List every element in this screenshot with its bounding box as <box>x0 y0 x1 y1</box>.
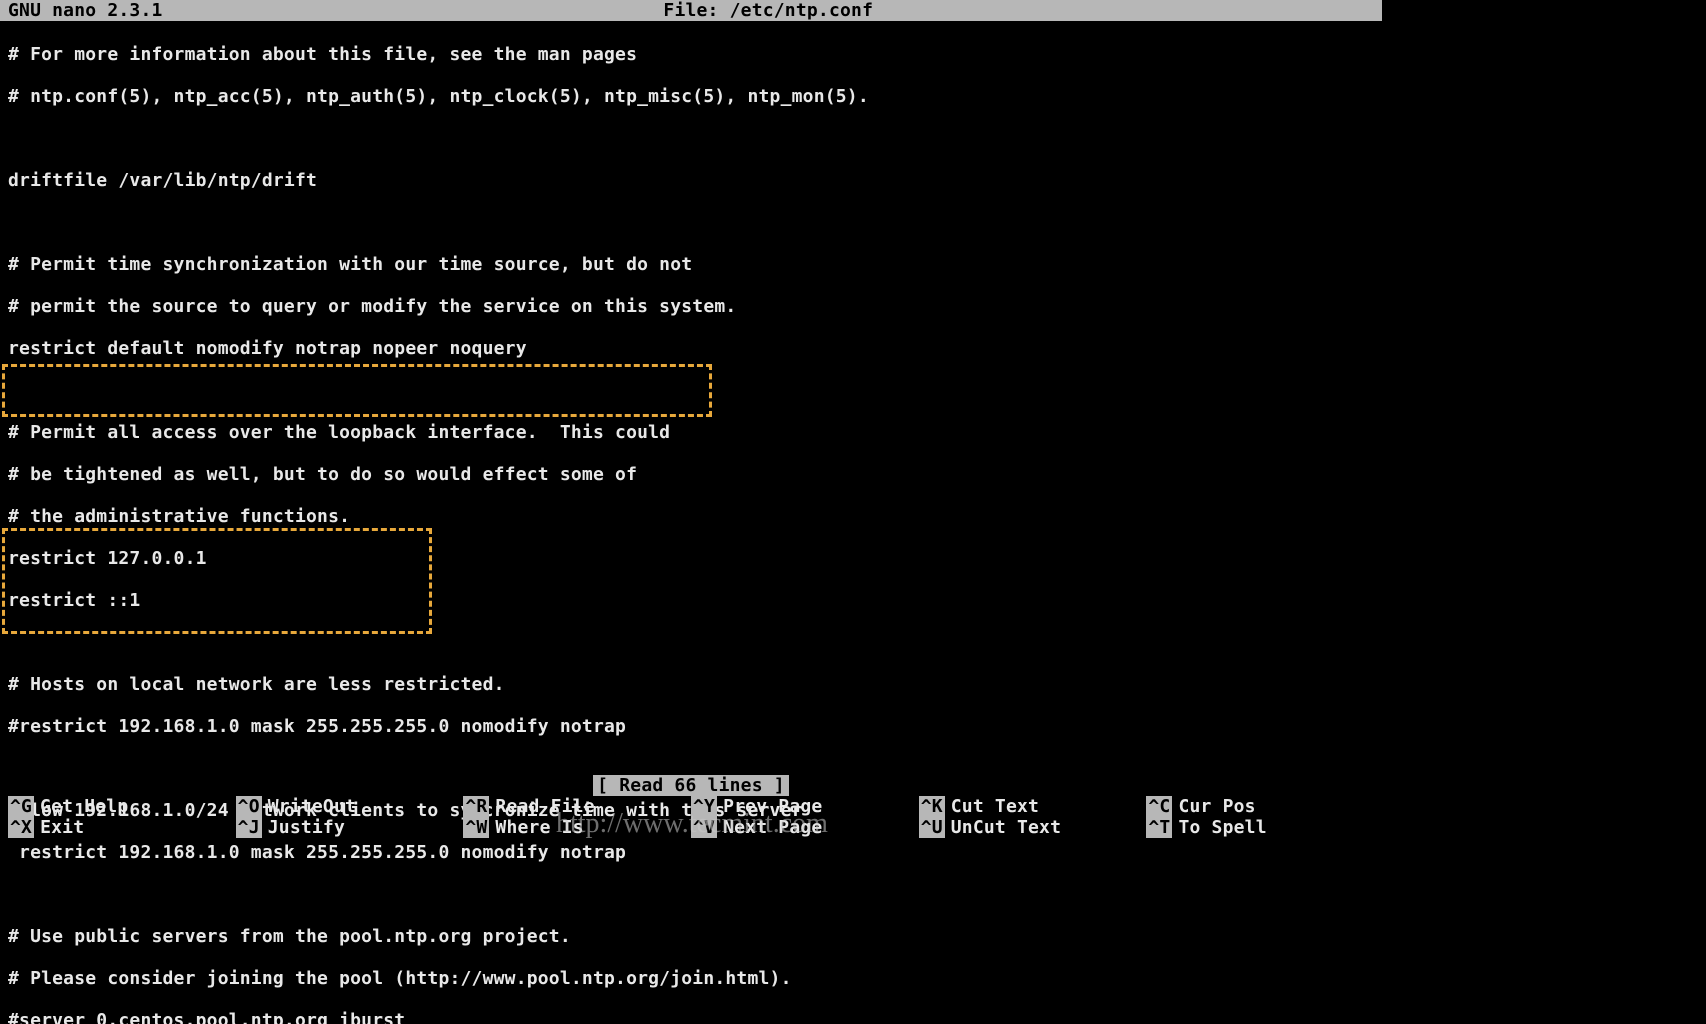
terminal-screen: GNU nano 2.3.1 File: /etc/ntp.conf # For… <box>0 0 1382 838</box>
nano-titlebar: GNU nano 2.3.1 File: /etc/ntp.conf <box>0 0 1382 21</box>
shortcut-cur-pos[interactable]: ^CCur Pos <box>1146 796 1374 817</box>
editor-line: #server 0.centos.pool.ntp.org iburst <box>8 1010 1374 1024</box>
editor-line: # the administrative functions. <box>8 506 1374 527</box>
editor-line: # ntp.conf(5), ntp_acc(5), ntp_auth(5), … <box>8 86 1374 107</box>
shortcut-where-is[interactable]: ^WWhere Is <box>463 817 691 838</box>
shortcut-get-help[interactable]: ^GGet Help <box>8 796 236 817</box>
shortcut-uncut-text[interactable]: ^UUnCut Text <box>919 817 1147 838</box>
editor-line: # Hosts on local network are less restri… <box>8 674 1374 695</box>
shortcut-next-page[interactable]: ^VNext Page <box>691 817 919 838</box>
editor-line <box>8 128 1374 149</box>
editor-line: restrict 192.168.1.0 mask 255.255.255.0 … <box>8 842 1374 863</box>
editor-line <box>8 884 1374 905</box>
editor-line <box>8 632 1374 653</box>
shortcut-writeout[interactable]: ^OWriteOut <box>236 796 464 817</box>
editor-line <box>8 380 1374 401</box>
editor-line: # permit the source to query or modify t… <box>8 296 1374 317</box>
editor-line: restrict 127.0.0.1 <box>8 548 1374 569</box>
shortcut-justify[interactable]: ^JJustify <box>236 817 464 838</box>
editor-line: #restrict 192.168.1.0 mask 255.255.255.0… <box>8 716 1374 737</box>
status-text: [ Read 66 lines ] <box>593 775 789 796</box>
editor-line: # For more information about this file, … <box>8 44 1374 65</box>
editor-line: restrict default nomodify notrap nopeer … <box>8 338 1374 359</box>
shortcut-cut-text[interactable]: ^KCut Text <box>919 796 1147 817</box>
editor-line: # Permit time synchronization with our t… <box>8 254 1374 275</box>
editor-line: driftfile /var/lib/ntp/drift <box>8 170 1374 191</box>
shortcut-prev-page[interactable]: ^YPrev Page <box>691 796 919 817</box>
shortcut-exit[interactable]: ^XExit <box>8 817 236 838</box>
editor-line: restrict ::1 <box>8 590 1374 611</box>
app-name: GNU nano 2.3.1 <box>8 0 163 21</box>
editor-line <box>8 212 1374 233</box>
shortcut-row-2: ^XExit ^JJustify ^WWhere Is ^VNext Page … <box>8 817 1374 838</box>
editor-line: # Permit all access over the loopback in… <box>8 422 1374 443</box>
editor-line: # Use public servers from the pool.ntp.o… <box>8 926 1374 947</box>
shortcut-read-file[interactable]: ^RRead File <box>463 796 691 817</box>
shortcut-to-spell[interactable]: ^TTo Spell <box>1146 817 1374 838</box>
editor-area[interactable]: # For more information about this file, … <box>0 21 1382 1024</box>
editor-line: # be tightened as well, but to do so wou… <box>8 464 1374 485</box>
editor-line: # Please consider joining the pool (http… <box>8 968 1374 989</box>
file-name: File: /etc/ntp.conf <box>163 0 1374 21</box>
shortcut-row-1: ^GGet Help ^OWriteOut ^RRead File ^YPrev… <box>8 796 1374 817</box>
highlight-box-2 <box>2 528 432 634</box>
status-bar: [ Read 66 lines ] <box>0 775 1382 796</box>
shortcut-bar: ^GGet Help ^OWriteOut ^RRead File ^YPrev… <box>0 796 1382 838</box>
